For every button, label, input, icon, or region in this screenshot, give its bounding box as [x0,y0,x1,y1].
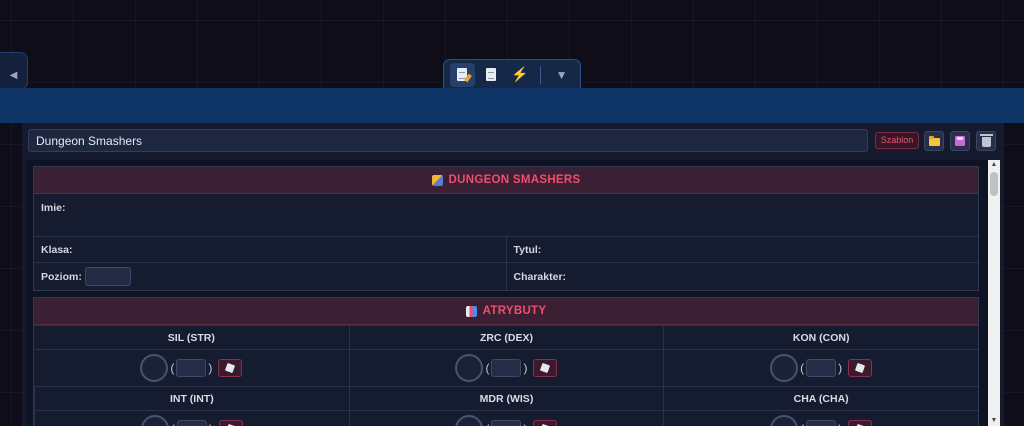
attribute-label: CHA (CHA) [664,387,978,411]
template-button[interactable]: Szablon [875,132,919,149]
attribute-modifier-input[interactable] [491,420,522,426]
attribute-label: MDR (WIS) [349,387,664,411]
roll-button[interactable] [218,420,243,426]
adventurer-icon [431,174,443,186]
header-band [0,88,1024,123]
scrollbar-thumb[interactable] [990,172,998,196]
attribute-score-input[interactable] [140,415,169,426]
scroll-down-icon[interactable]: ▼ [988,416,1000,426]
attribute-score-input[interactable] [455,415,484,426]
attributes-section-header: ATRYBUTY [34,298,978,325]
character-name-input[interactable]: Dungeon Smashers [28,129,868,152]
floppy-disk-icon [955,136,965,146]
title-section: DUNGEON SMASHERS Imie: Klasa: Tytul: Poz… [33,166,979,291]
title-field[interactable]: Tytul: [505,237,979,262]
attribute-con: KON (CON) () [663,325,978,386]
attribute-modifier-input[interactable] [806,420,837,426]
attribute-score-input[interactable] [140,354,169,382]
attribute-label: SIL (STR) [34,326,349,350]
attribute-dex: ZRC (DEX) () [348,325,664,386]
attribute-modifier-input[interactable] [176,359,207,377]
attributes-grid: SIL (STR) () ZRC (DEX) () KON (CON) () … [34,325,978,426]
trash-icon [979,134,993,147]
attribute-label: ZRC (DEX) [349,326,664,350]
side-panel-toggle[interactable]: ◀ [0,52,28,90]
attribute-score-input[interactable] [770,354,799,382]
attribute-int: INT (INT) () [34,386,349,426]
name-field[interactable]: Imie: [34,194,978,214]
edit-sheet-button[interactable] [450,62,475,87]
roll-button[interactable] [848,420,873,426]
alignment-label: Charakter: [513,270,567,283]
attribute-score-input[interactable] [770,415,799,426]
attribute-modifier-input[interactable] [806,359,837,377]
attribute-modifier-input[interactable] [491,359,522,377]
attribute-modifier-input[interactable] [176,420,207,426]
roll-button[interactable] [848,359,873,377]
document-button[interactable] [479,63,504,87]
sheet-title: DUNGEON SMASHERS [448,174,581,186]
save-button[interactable] [950,131,970,151]
roll-button[interactable] [533,420,558,426]
attributes-title: ATRYBUTY [482,305,547,317]
delete-button[interactable] [976,131,996,151]
roll-button[interactable] [218,359,243,377]
action-button[interactable]: ⚡ [508,63,533,87]
toolbar-divider [540,65,542,84]
sheet-scroll-area[interactable]: DUNGEON SMASHERS Imie: Klasa: Tytul: Poz… [26,160,988,426]
attribute-str: SIL (STR) () [34,325,349,386]
folder-icon [928,136,940,146]
level-input[interactable] [84,267,131,286]
top-toolbar: ⚡ ▼ [443,59,581,89]
dice-icon [540,362,551,374]
document-icon [486,68,497,81]
attribute-score-input[interactable] [455,354,484,382]
attributes-section: ATRYBUTY SIL (STR) () ZRC (DEX) () KON (… [33,297,979,426]
chevron-left-icon: ◀ [9,69,18,81]
attribute-label: INT (INT) [35,387,349,411]
dice-icon [855,362,866,374]
roll-button[interactable] [533,359,558,377]
edit-sheet-icon [457,68,468,81]
dice-icon [225,362,236,374]
level-label: Poziom: [41,270,82,283]
class-field[interactable]: Klasa: [34,237,506,262]
scroll-up-icon[interactable]: ▲ [988,160,1000,170]
open-button[interactable] [924,131,944,151]
attribute-cha: CHA (CHA) () [663,386,978,426]
alignment-field[interactable]: Charakter: [505,263,979,290]
class-label: Klasa: [41,243,73,256]
collapse-toolbar-button[interactable]: ▼ [549,63,574,87]
attribute-label: KON (CON) [664,326,978,350]
title-section-header: DUNGEON SMASHERS [34,167,978,194]
lightning-icon: ⚡ [511,66,529,82]
bar-chart-icon [465,305,477,317]
caret-down-icon: ▼ [555,67,568,82]
vertical-scrollbar[interactable]: ▲ ▼ [988,160,1000,426]
character-sheet-panel: Dungeon Smashers Szablon DUNGEON SMASHER… [22,123,1004,426]
name-label: Imie: [41,202,66,214]
level-field: Poziom: [34,263,506,290]
attribute-wis: MDR (WIS) () [348,386,664,426]
title-label: Tytul: [513,243,542,256]
